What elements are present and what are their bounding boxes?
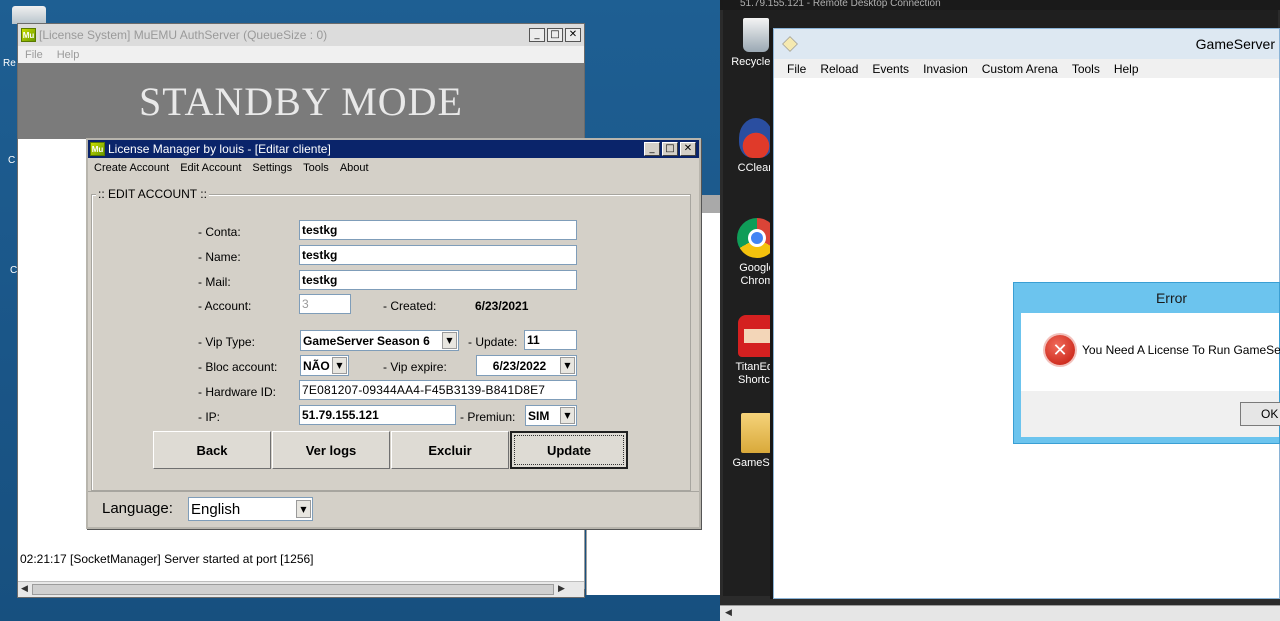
horizontal-scrollbar[interactable]: ◀ ▶ [18, 581, 584, 597]
window-title: [License System] MuEMU AuthServer (Queue… [39, 28, 328, 42]
vip-expire-date[interactable]: 6/23/2022 ▼ [476, 355, 577, 376]
folder-icon [741, 413, 771, 453]
chevron-down-icon[interactable]: ▼ [560, 357, 575, 374]
hardware-id-label: - Hardware ID: [198, 385, 277, 399]
authserver-titlebar[interactable]: Mu [License System] MuEMU AuthServer (Qu… [18, 24, 584, 46]
close-button[interactable]: ✕ [565, 28, 581, 42]
excluir-button[interactable]: Excluir [391, 431, 509, 469]
group-title: :: EDIT ACCOUNT :: [96, 187, 209, 201]
vip-type-value: GameServer Season 6 [303, 333, 430, 348]
bloc-account-select[interactable]: NÃO ▼ [300, 355, 349, 376]
minimize-button[interactable]: _ [644, 142, 660, 156]
vip-type-select[interactable]: GameServer Season 6 ▼ [300, 330, 459, 351]
gameserver-menubar: File Reload Events Invasion Custom Arena… [774, 59, 1279, 78]
horizontal-scrollbar[interactable]: ◀ [720, 605, 1280, 621]
license-manager-menubar: Create Account Edit Account Settings Too… [88, 158, 699, 178]
name-field[interactable]: testkg [299, 245, 577, 265]
chevron-down-icon[interactable]: ▼ [296, 500, 311, 518]
chevron-down-icon[interactable]: ▼ [560, 407, 575, 424]
dialog-footer: OK [1021, 391, 1280, 437]
menu-create-account[interactable]: Create Account [94, 162, 169, 174]
ip-label: - IP: [198, 410, 221, 424]
premium-select[interactable]: SIM ▼ [525, 405, 577, 426]
menu-help[interactable]: Help [1114, 62, 1139, 76]
license-manager-window: Mu License Manager by louis - [Editar cl… [86, 138, 701, 529]
gameserver-logo-icon [782, 36, 798, 52]
chevron-down-icon[interactable]: ▼ [332, 357, 347, 374]
window-title: GameServer [1195, 36, 1275, 52]
mail-field[interactable]: testkg [299, 270, 577, 290]
update-button[interactable]: Update [510, 431, 628, 469]
menu-about[interactable]: About [340, 162, 369, 174]
vip-type-label: - Vip Type: [198, 335, 255, 349]
name-label: - Name: [198, 250, 241, 264]
menu-file[interactable]: File [25, 49, 43, 61]
ok-button[interactable]: OK [1240, 402, 1280, 426]
chevron-down-icon[interactable]: ▼ [442, 332, 457, 349]
scroll-left-icon[interactable]: ◀ [21, 584, 28, 594]
error-icon: ✕ [1045, 335, 1075, 365]
created-value: 6/23/2021 [475, 299, 529, 313]
standby-banner: STANDBY MODE [18, 63, 584, 139]
menu-tools[interactable]: Tools [303, 162, 329, 174]
scrollbar-thumb[interactable] [32, 584, 554, 595]
close-button[interactable]: ✕ [680, 142, 696, 156]
update-field[interactable]: 11 [524, 330, 577, 350]
ver-logs-button[interactable]: Ver logs [272, 431, 390, 469]
language-value: English [191, 500, 241, 518]
maximize-button[interactable]: □ [662, 142, 678, 156]
vip-expire-label: - Vip expire: [383, 360, 447, 374]
menu-settings[interactable]: Settings [252, 162, 292, 174]
update-label: - Update: [468, 335, 518, 349]
authserver-menubar: File Help [18, 46, 584, 63]
ip-field[interactable]: 51.79.155.121 [299, 405, 456, 425]
mu-logo-icon: Mu [21, 28, 36, 42]
scroll-right-icon[interactable]: ▶ [558, 584, 565, 594]
created-label: - Created: [383, 299, 437, 313]
menu-tools[interactable]: Tools [1072, 62, 1100, 76]
vip-expire-value: 6/23/2022 [492, 358, 547, 373]
conta-label: - Conta: [198, 225, 241, 239]
rdp-titlebar[interactable]: 51.79.155.121 - Remote Desktop Connectio… [720, 0, 1280, 10]
bloc-account-value: NÃO [303, 358, 330, 373]
premium-value: SIM [528, 408, 550, 423]
desktop-icon-label: CClean [737, 162, 775, 174]
minimize-button[interactable]: _ [529, 28, 545, 42]
menu-file[interactable]: File [787, 62, 806, 76]
menu-help[interactable]: Help [57, 49, 80, 61]
dialog-title[interactable]: Error [1014, 283, 1279, 313]
language-select[interactable]: English ▼ [188, 497, 313, 521]
mail-label: - Mail: [198, 275, 231, 289]
license-manager-titlebar[interactable]: Mu License Manager by louis - [Editar cl… [88, 140, 699, 158]
gameserver-titlebar[interactable]: GameServer [774, 29, 1279, 59]
menu-events[interactable]: Events [872, 62, 909, 76]
ccleaner-icon [739, 118, 773, 158]
error-dialog: Error ✕ You Need A License To Run GameSe… [1013, 282, 1280, 444]
menu-edit-account[interactable]: Edit Account [180, 162, 241, 174]
language-bar: Language: English ▼ [88, 491, 699, 527]
premium-label: - Premiun: [460, 410, 516, 424]
error-message: You Need A License To Run GameServe [1082, 343, 1280, 357]
menu-custom-arena[interactable]: Custom Arena [982, 62, 1058, 76]
window-title: License Manager by louis - [Editar clien… [108, 142, 331, 156]
dialog-body: ✕ You Need A License To Run GameServe [1021, 313, 1280, 391]
menu-reload[interactable]: Reload [820, 62, 858, 76]
maximize-button[interactable]: □ [547, 28, 563, 42]
menu-invasion[interactable]: Invasion [923, 62, 968, 76]
account-label: - Account: [198, 299, 252, 313]
bloc-account-label: - Bloc account: [198, 360, 278, 374]
language-label: Language: [102, 500, 173, 517]
mu-logo-icon: Mu [90, 142, 105, 156]
hardware-id-field[interactable]: 7E081207-09344AA4-F45B3139-B841D8E7 [299, 380, 577, 400]
conta-field[interactable]: testkg [299, 220, 577, 240]
scroll-left-icon[interactable]: ◀ [725, 608, 732, 618]
account-field[interactable]: 3 [299, 294, 351, 314]
back-button[interactable]: Back [153, 431, 271, 469]
recycle-bin-icon [743, 18, 769, 52]
log-line: 02:21:17 [SocketManager] Server started … [20, 552, 314, 566]
recycle-bin-icon[interactable] [12, 6, 46, 24]
